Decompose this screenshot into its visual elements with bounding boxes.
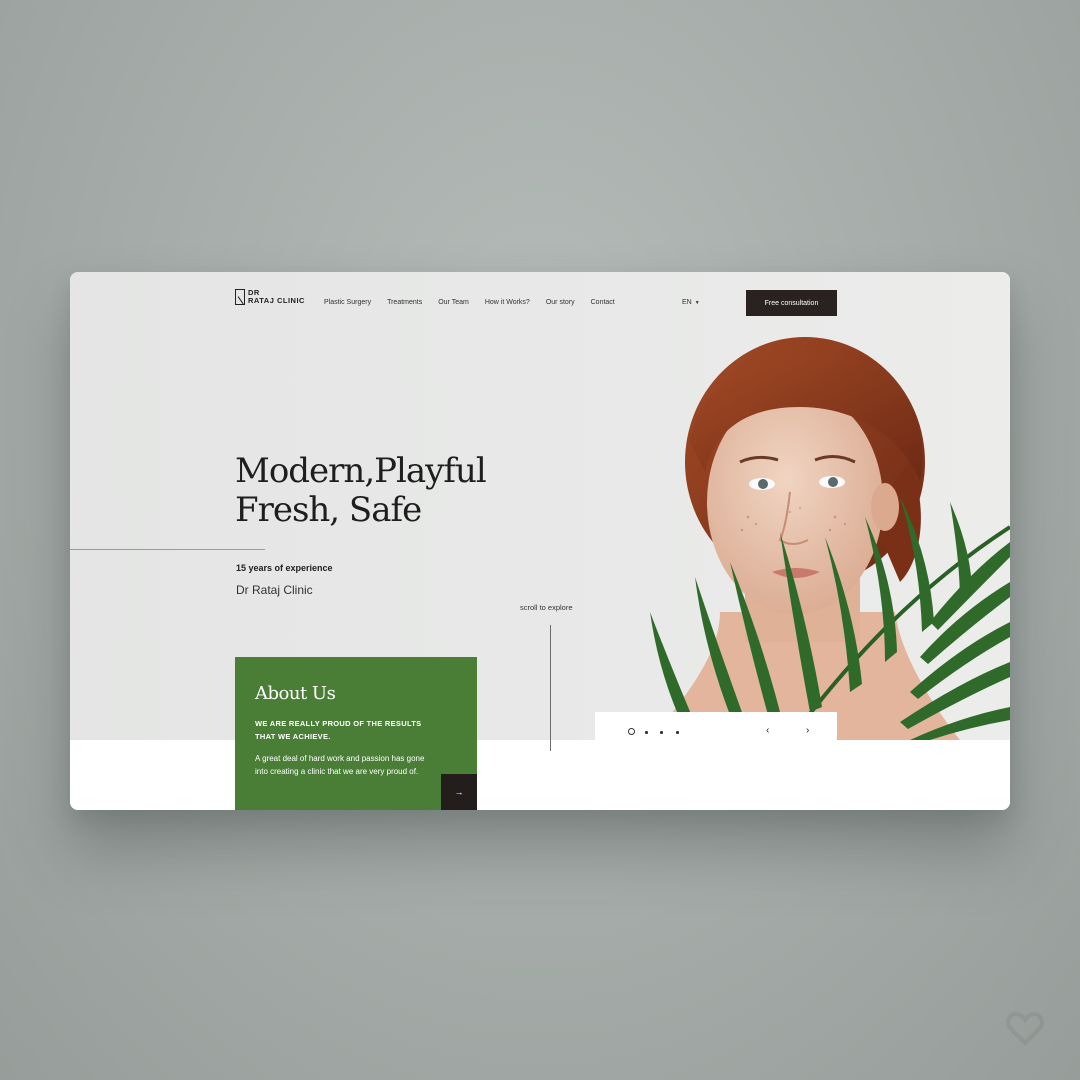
slider-dot[interactable]: [660, 731, 663, 734]
scroll-indicator-line: [550, 625, 551, 751]
chevron-right-icon[interactable]: ›: [806, 725, 809, 736]
heart-icon[interactable]: [1006, 1011, 1044, 1051]
experience-label: 15 years of experience: [236, 563, 333, 573]
clinic-name: Dr Rataj Clinic: [236, 583, 313, 597]
about-body: A great deal of hard work and passion ha…: [255, 754, 425, 776]
nav-how-it-works[interactable]: How it Works?: [485, 299, 530, 306]
hero-headline: Modern,Playful Fresh, Safe: [235, 452, 535, 530]
brand-logo[interactable]: DR RATAJ CLINIC: [235, 289, 305, 305]
language-label: EN: [682, 299, 692, 306]
nav-plastic-surgery[interactable]: Plastic Surgery: [324, 299, 371, 306]
about-more-button[interactable]: →: [441, 774, 477, 810]
nav-our-story[interactable]: Our story: [546, 299, 575, 306]
browser-frame: DR RATAJ CLINIC Plastic Surgery Treatmen…: [70, 272, 1010, 810]
slider-dot[interactable]: [676, 731, 679, 734]
main-nav: Plastic Surgery Treatments Our Team How …: [324, 299, 631, 306]
free-consultation-button[interactable]: Free consultation: [746, 290, 837, 316]
divider: [70, 549, 265, 550]
slider-dot[interactable]: [645, 731, 648, 734]
logo-icon: [235, 289, 245, 305]
nav-contact[interactable]: Contact: [591, 299, 615, 306]
nav-treatments[interactable]: Treatments: [387, 299, 422, 306]
scroll-to-explore[interactable]: scroll to explore: [520, 603, 573, 612]
logo-line-2: RATAJ CLINIC: [248, 296, 305, 305]
caret-down-icon: ▼: [694, 300, 700, 306]
headline-line-1: Modern,Playful: [235, 451, 487, 491]
slider-controls: ‹ ›: [595, 712, 837, 740]
about-us-card: About Us WE ARE REALLY PROUD OF THE RESU…: [235, 657, 477, 810]
about-title: About Us: [255, 683, 336, 704]
about-subtitle: WE ARE REALLY PROUD OF THE RESULTS THAT …: [255, 719, 422, 741]
headline-line-2: Fresh, Safe: [235, 490, 422, 530]
hero-portrait-image: [490, 312, 1010, 740]
nav-our-team[interactable]: Our Team: [438, 299, 469, 306]
arrow-right-icon: →: [454, 787, 464, 797]
chevron-left-icon[interactable]: ‹: [766, 725, 769, 736]
language-selector[interactable]: EN ▼: [682, 299, 700, 306]
content-section: [70, 740, 1010, 810]
slider-dot-active[interactable]: [628, 728, 635, 735]
